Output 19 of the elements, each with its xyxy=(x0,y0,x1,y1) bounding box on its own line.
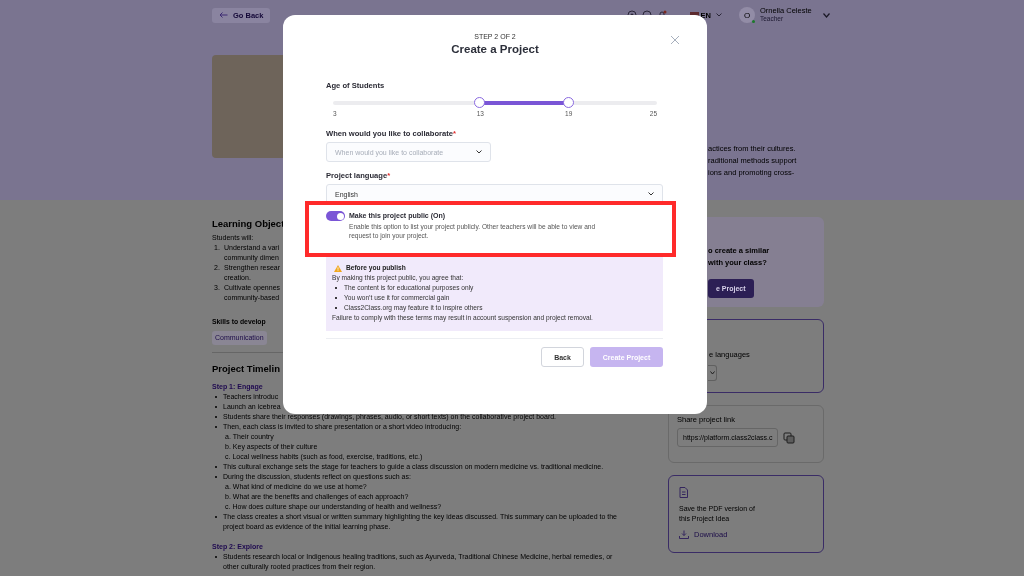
avatar[interactable]: O xyxy=(739,7,755,23)
chevron-down-icon[interactable] xyxy=(823,12,830,18)
section-title: Learning Object xyxy=(212,217,285,231)
close-icon[interactable] xyxy=(670,35,680,45)
warning-icon xyxy=(334,264,342,272)
document-icon xyxy=(679,487,688,498)
section-title: Project Timelin xyxy=(212,362,280,376)
download-icon xyxy=(679,530,689,539)
chevron-down-icon[interactable] xyxy=(716,13,722,17)
slider-thumb[interactable] xyxy=(562,97,574,108)
chevron-down-icon xyxy=(648,192,654,196)
select-field[interactable] xyxy=(708,365,717,381)
chevron-down-icon xyxy=(476,150,482,154)
arrow-left-icon xyxy=(219,12,228,18)
slider-thumb[interactable] xyxy=(474,97,486,108)
chevron-down-icon xyxy=(709,371,715,375)
toggle-switch[interactable] xyxy=(326,211,345,221)
copy-icon[interactable] xyxy=(783,431,796,444)
dialog-title: Create a Project xyxy=(451,43,539,55)
